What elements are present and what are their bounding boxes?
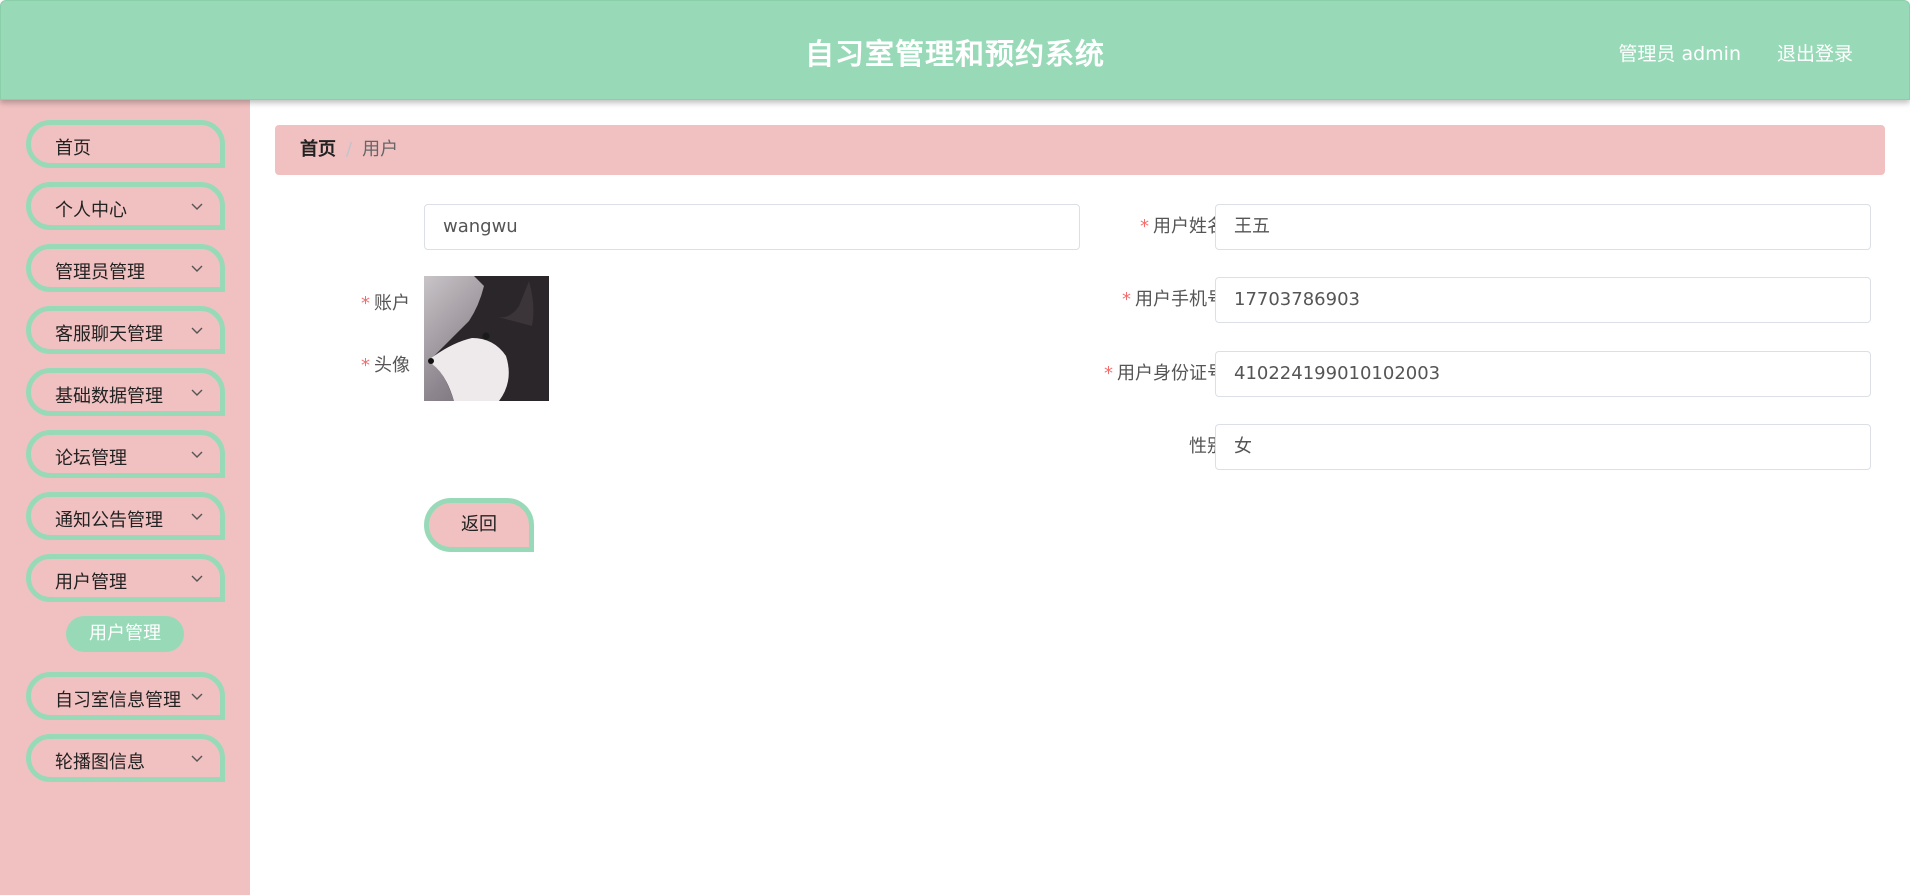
chevron-down-icon [191, 575, 203, 582]
gender-label: 性别 [1189, 436, 1225, 457]
sidebar-item-home[interactable]: 首页 [26, 120, 225, 168]
breadcrumb-separator: / [346, 139, 353, 160]
avatar-label: * 头像 [290, 354, 410, 378]
sidebar-item-label: 轮播图信息 [55, 752, 145, 773]
sidebar-item-label: 基础数据管理 [55, 386, 163, 407]
phone-label: * 用户手机号 [870, 277, 1225, 323]
sidebar-item-label: 自习室信息管理 [55, 690, 181, 711]
sidebar-item-personal-center[interactable]: 个人中心 [26, 182, 225, 230]
sidebar-item-label: 用户管理 [55, 572, 127, 593]
phone-field[interactable]: 17703786903 [1215, 277, 1871, 323]
sidebar-item-label: 管理员管理 [55, 262, 145, 283]
sidebar-item-label: 通知公告管理 [55, 510, 163, 531]
chevron-down-icon [191, 203, 203, 210]
chevron-down-icon [191, 755, 203, 762]
name-label: * 用户姓名 [870, 204, 1225, 250]
breadcrumb-home[interactable]: 首页 [300, 139, 336, 160]
chevron-down-icon [191, 513, 203, 520]
required-mark: * [361, 293, 370, 314]
main-content: 首页 / 用户 * 账户 wangwu * 头像 * 用户姓名 王五 * 用户手… [250, 100, 1910, 895]
sidebar-item-forum[interactable]: 论坛管理 [26, 430, 225, 478]
chevron-down-icon [191, 451, 203, 458]
sidebar-item-label: 论坛管理 [55, 448, 127, 469]
sidebar-item-basic-data[interactable]: 基础数据管理 [26, 368, 225, 416]
chevron-down-icon [191, 265, 203, 272]
phone-label-text: 用户手机号 [1135, 289, 1225, 310]
logout-link[interactable]: 退出登录 [1777, 39, 1853, 66]
sidebar-item-carousel[interactable]: 轮播图信息 [26, 734, 225, 782]
chevron-down-icon [191, 327, 203, 334]
required-mark: * [1140, 216, 1149, 237]
id-card-label-text: 用户身份证号 [1117, 363, 1225, 384]
account-label-text: 账户 [374, 293, 410, 314]
required-mark: * [361, 355, 370, 376]
sidebar-item-user-management[interactable]: 用户管理 [26, 554, 225, 602]
account-label: * 账户 [290, 281, 410, 327]
current-user: 管理员 admin [1618, 43, 1741, 65]
chevron-down-icon [191, 389, 203, 396]
id-card-label: * 用户身份证号 [870, 351, 1225, 397]
breadcrumb-current: 用户 [362, 139, 399, 160]
chevron-down-icon [191, 693, 203, 700]
avatar-label-text: 头像 [374, 355, 410, 376]
sidebar-item-notice[interactable]: 通知公告管理 [26, 492, 225, 540]
top-header: 自习室管理和预约系统 管理员 admin 退出登录 [0, 0, 1910, 100]
sidebar-item-study-room[interactable]: 自习室信息管理 [26, 672, 225, 720]
sidebar-item-chat-management[interactable]: 客服聊天管理 [26, 306, 225, 354]
required-mark: * [1104, 363, 1113, 384]
sidebar-item-admin-management[interactable]: 管理员管理 [26, 244, 225, 292]
required-mark: * [1122, 289, 1131, 310]
gender-field[interactable]: 女 [1215, 424, 1871, 470]
avatar-image [424, 276, 549, 401]
sidebar-subitem-user-management[interactable]: 用户管理 [66, 616, 184, 652]
sidebar-item-label: 个人中心 [55, 200, 127, 221]
id-card-field[interactable]: 410224199010102003 [1215, 351, 1871, 397]
sidebar: 首页 个人中心 管理员管理 客服聊天管理 基础数据管理 论坛管理 通知公告管理 … [0, 100, 250, 895]
name-field[interactable]: 王五 [1215, 204, 1871, 250]
sidebar-item-label: 首页 [55, 138, 91, 159]
back-button[interactable]: 返回 [424, 498, 534, 552]
breadcrumb: 首页 / 用户 [275, 125, 1885, 175]
sidebar-item-label: 客服聊天管理 [55, 324, 163, 345]
